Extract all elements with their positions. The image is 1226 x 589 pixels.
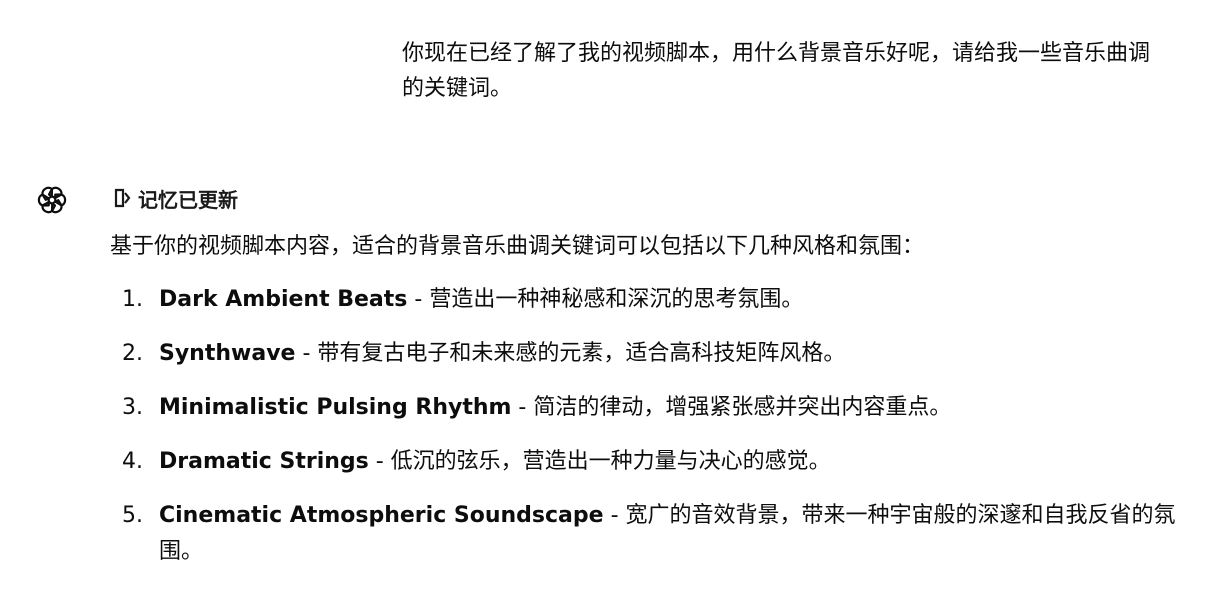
list-number: 3. (122, 395, 143, 420)
memory-icon (112, 187, 132, 209)
list-keyword: Dramatic Strings (159, 449, 369, 474)
list-item: 1. Dark Ambient Beats - 营造出一种神秘感和深沉的思考氛围… (110, 282, 1190, 318)
list-number: 1. (122, 287, 143, 312)
list-description: - 带有复古电子和未来感的元素，适合高科技矩阵风格。 (295, 341, 846, 366)
list-item: 4. Dramatic Strings - 低沉的弦乐，营造出一种力量与决心的感… (110, 444, 1190, 480)
list-description: - 营造出一种神秘感和深沉的思考氛围。 (407, 287, 804, 312)
list-item: 3. Minimalistic Pulsing Rhythm - 简洁的律动，增… (110, 390, 1190, 426)
memory-note-label: 记忆已更新 (138, 187, 238, 212)
list-keyword: Synthwave (159, 341, 296, 366)
user-message: 你现在已经了解了我的视频脚本，用什么背景音乐好呢，请给我一些音乐曲调的关键词。 (402, 41, 1151, 101)
memory-updated-note[interactable]: 记忆已更新 (112, 183, 238, 213)
list-number: 2. (122, 341, 143, 366)
keyword-list: 1. Dark Ambient Beats - 营造出一种神秘感和深沉的思考氛围… (110, 282, 1190, 588)
assistant-intro: 基于你的视频脚本内容，适合的背景音乐曲调关键词可以包括以下几种风格和氛围： (110, 234, 925, 259)
list-description: - 简洁的律动，增强紧张感并突出内容重点。 (511, 395, 952, 420)
list-keyword: Cinematic Atmospheric Soundscape (159, 503, 604, 528)
list-number: 5. (122, 503, 143, 528)
list-item: 5. Cinematic Atmospheric Soundscape - 宽广… (110, 498, 1190, 570)
list-number: 4. (122, 449, 143, 474)
openai-logo-icon (36, 184, 68, 216)
list-item: 2. Synthwave - 带有复古电子和未来感的元素，适合高科技矩阵风格。 (110, 336, 1190, 372)
list-keyword: Dark Ambient Beats (159, 287, 408, 312)
list-keyword: Minimalistic Pulsing Rhythm (159, 395, 512, 420)
list-description: - 低沉的弦乐，营造出一种力量与决心的感觉。 (368, 449, 831, 474)
